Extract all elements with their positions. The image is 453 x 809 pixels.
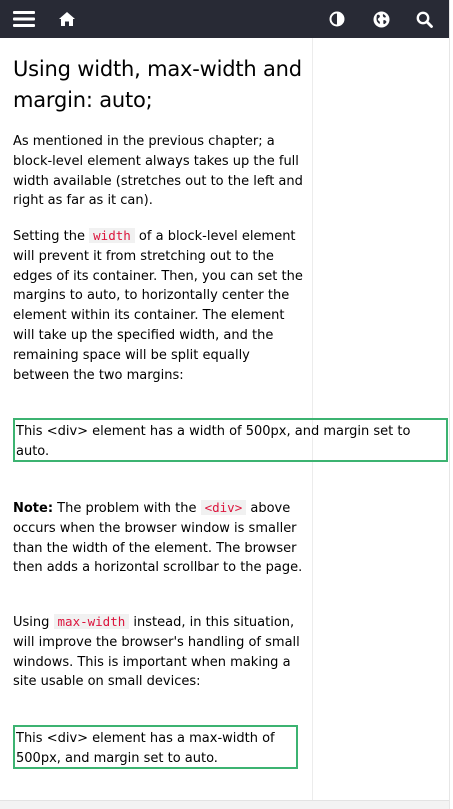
language-button[interactable] (359, 0, 403, 38)
scrollbar-edge (449, 0, 453, 809)
home-button[interactable] (44, 0, 90, 38)
bottom-border (0, 800, 449, 809)
main-content: Using width, max-width and margin: auto;… (13, 38, 303, 689)
paragraph-text: Setting the (13, 229, 90, 244)
theme-toggle-button[interactable] (315, 0, 359, 38)
menu-button[interactable] (0, 0, 44, 38)
search-icon (416, 11, 433, 28)
note-label: Note: (13, 501, 54, 516)
note-paragraph: Note: The problem with the <div> above o… (13, 498, 303, 578)
search-button[interactable] (403, 0, 449, 38)
width-demo-box: This <div> element has a width of 500px,… (13, 418, 448, 462)
top-navigation-bar (0, 0, 449, 38)
width-paragraph: Setting the width of a block-level eleme… (13, 226, 303, 385)
inline-code-width: width (89, 228, 135, 243)
inline-code-div: <div> (200, 500, 247, 515)
intro-paragraph: As mentioned in the previous chapter; a … (13, 134, 303, 209)
globe-icon (373, 11, 390, 28)
paragraph-text: Using (13, 615, 54, 630)
inline-code-max-width: max-width (53, 614, 130, 629)
paragraph-text: The problem with the (53, 501, 201, 516)
hamburger-menu-icon (13, 10, 35, 28)
contrast-icon (329, 11, 345, 27)
home-icon (58, 11, 76, 27)
paragraph-text: of a block-level element will prevent it… (13, 229, 303, 383)
page-heading: Using width, max-width and margin: auto; (13, 57, 302, 112)
max-width-paragraph: Using max-width instead, in this situati… (13, 612, 303, 692)
max-width-demo-box: This <div> element has a max-width of 50… (13, 725, 298, 769)
